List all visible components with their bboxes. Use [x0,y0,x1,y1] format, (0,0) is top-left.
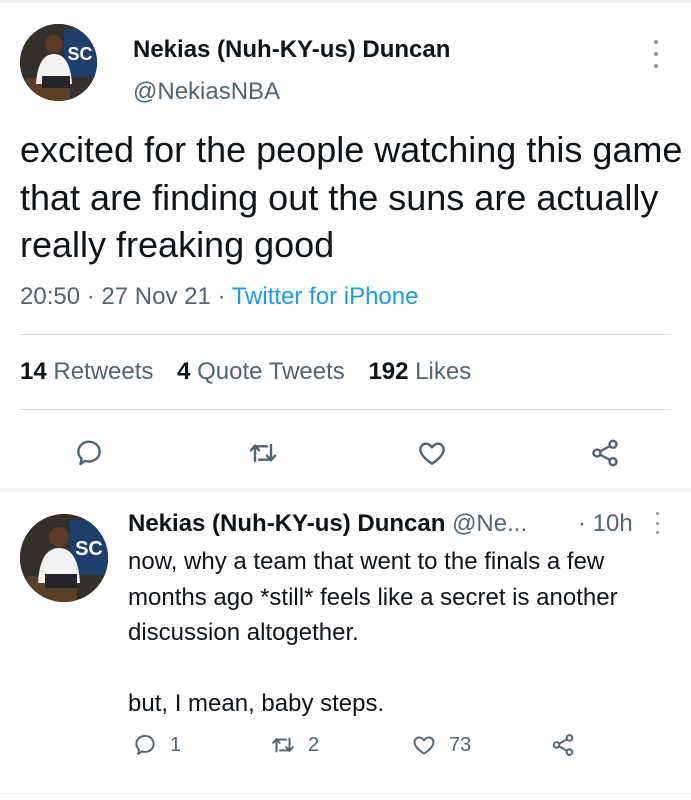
divider [20,409,671,410]
more-options-icon[interactable] [651,40,661,68]
tweet-text: excited for the people watching this gam… [20,129,683,265]
more-options-icon[interactable] [652,512,662,534]
tweet-date[interactable]: 27 Nov 21 [101,283,210,310]
quote-tweets-stat[interactable]: 4 Quote Tweets [177,358,345,385]
retweet-icon[interactable] [246,436,280,470]
retweet-icon [272,737,294,753]
reply-button[interactable]: 1 [132,732,181,758]
section-separator [0,488,691,492]
share-icon[interactable] [588,436,622,470]
author-name[interactable]: Nekias (Nuh-KY-us) Duncan [133,36,450,64]
share-icon [552,734,574,756]
svg-text:SC: SC [67,44,92,64]
svg-text:SC: SC [75,538,103,560]
like-icon[interactable] [415,436,449,470]
reply-text: now, why a team that went to the finals … [128,544,668,757]
bottom-edge [0,793,691,794]
meta-separator: · [217,283,226,310]
like-count: 73 [449,733,472,756]
author-handle[interactable]: @Ne... [452,510,527,537]
retweets-stat[interactable]: 14 Retweets [20,358,153,385]
like-icon [413,736,435,755]
avatar[interactable]: SC [20,24,97,101]
tweet-time[interactable]: 20:50 [20,283,80,310]
reply-count: 1 [170,733,182,756]
tweet-stats: 14 Retweets 4 Quote Tweets 192 Likes [20,358,471,386]
reply-paragraph: but, I mean, baby steps. [128,690,385,717]
avatar[interactable]: SC [20,514,108,602]
retweet-count: 2 [308,733,320,756]
reply-header: Nekias (Nuh-KY-us) Duncan @Ne... [128,510,527,538]
retweet-button[interactable]: 2 [270,732,319,758]
like-button[interactable]: 73 [411,732,471,758]
meta-separator: · [86,283,95,310]
reply-icon [135,734,155,755]
reply-paragraph: now, why a team that went to the finals … [128,548,618,646]
share-button[interactable] [550,732,588,758]
tweet-meta: 20:50 · 27 Nov 21 · Twitter for iPhone [20,283,418,311]
tweet-source[interactable]: Twitter for iPhone [232,283,419,310]
main-tweet: SC Nekias (Nuh-KY-us) Duncan @NekiasNBA … [0,0,691,492]
reply-icon[interactable] [72,436,106,470]
divider [20,334,671,335]
author-handle[interactable]: @NekiasNBA [133,78,280,106]
likes-stat[interactable]: 192 Likes [368,358,471,385]
reply-time[interactable]: · 10h [578,510,633,538]
author-name[interactable]: Nekias (Nuh-KY-us) Duncan [128,510,445,537]
